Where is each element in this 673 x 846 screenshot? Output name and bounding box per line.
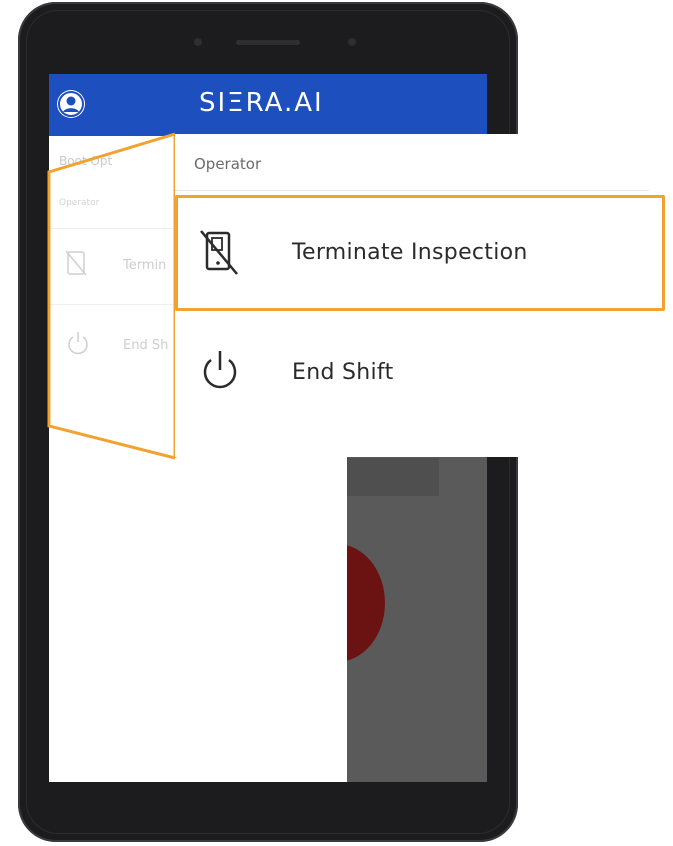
end-shift-label: End Shift — [292, 360, 394, 385]
power-icon — [199, 348, 241, 398]
menu-item-end-shift[interactable]: End Shift — [175, 316, 649, 432]
callout-section-title: Operator — [194, 155, 262, 173]
callout-divider — [175, 190, 649, 191]
highlight-box — [175, 195, 665, 311]
